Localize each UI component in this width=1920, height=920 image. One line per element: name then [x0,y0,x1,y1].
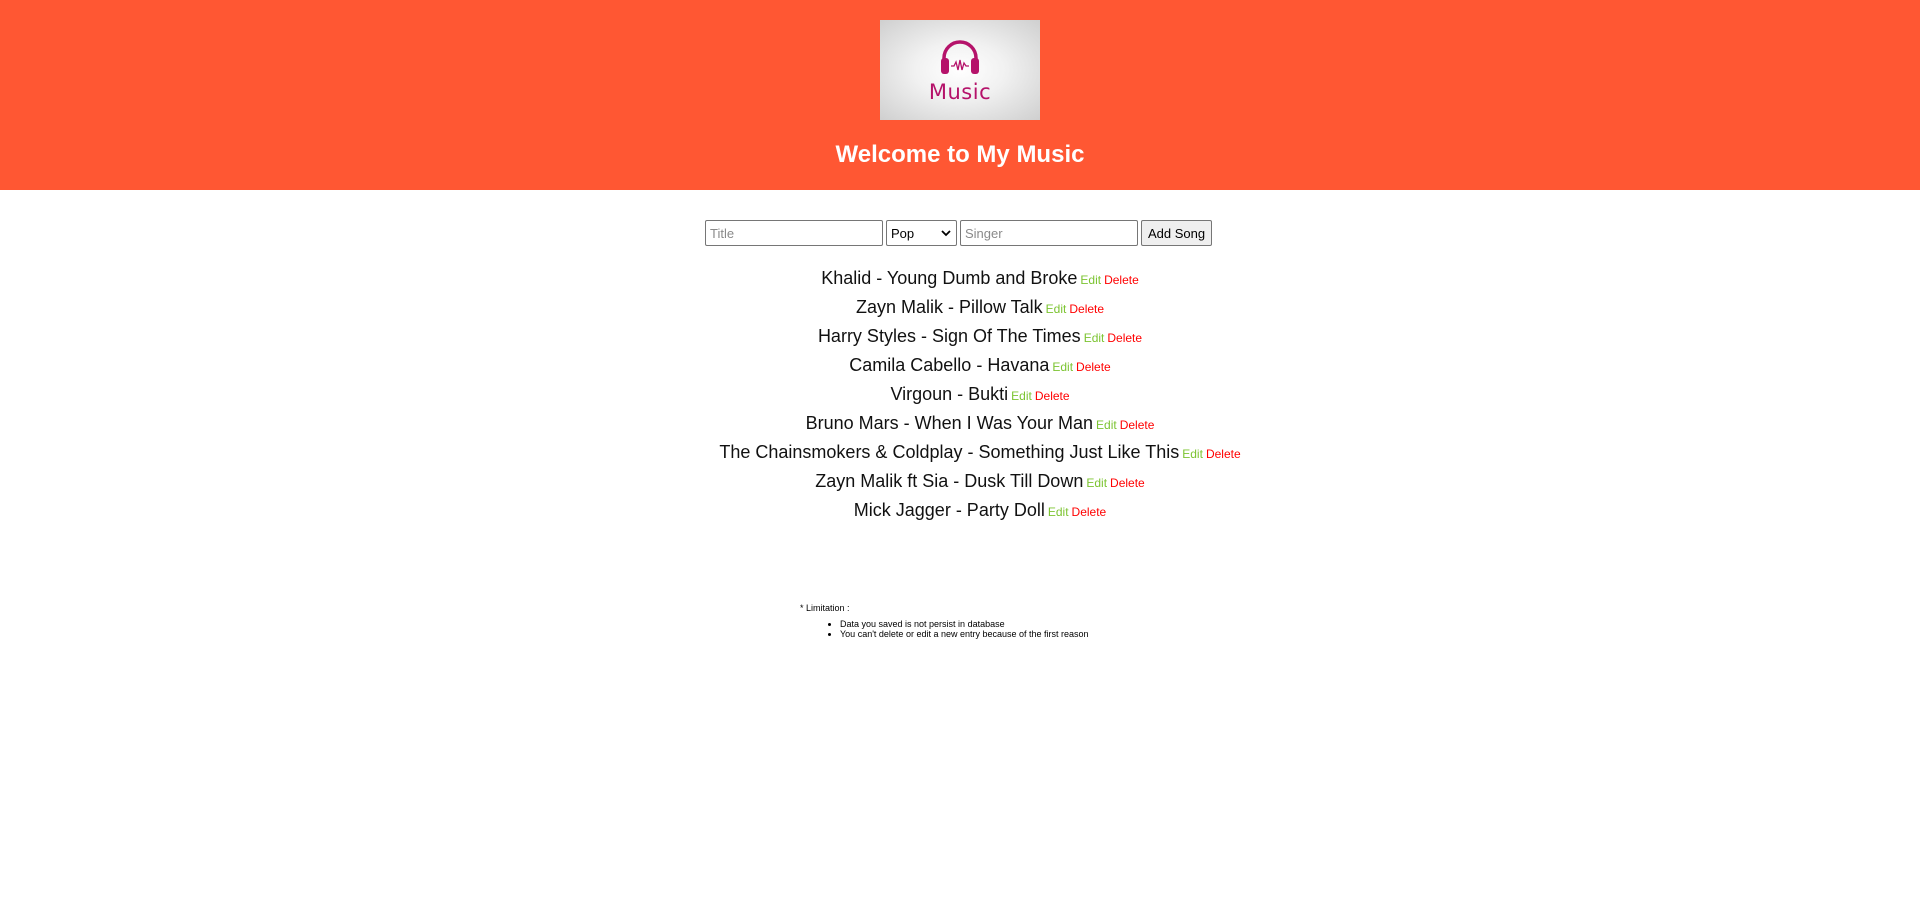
edit-link[interactable]: Edit [1086,476,1107,490]
headphones-icon [941,40,979,74]
delete-link[interactable]: Delete [1110,476,1145,490]
song-text: Bruno Mars - When I Was Your Man [805,413,1094,433]
limitation-item: You can't delete or edit a new entry bec… [840,629,1089,639]
limitation-notes: * Limitation : Data you saved is not per… [800,603,1089,639]
song-item: The Chainsmokers & Coldplay - Something … [0,439,1920,468]
genre-select[interactable]: Pop [886,220,957,246]
chevron-down-icon [941,230,951,237]
delete-link[interactable]: Delete [1206,447,1241,461]
song-item: Bruno Mars - When I Was Your Man Edit Dele… [0,410,1920,439]
add-song-form: Pop Add Song [705,220,1213,246]
song-item: Virgoun - Bukti Edit Delete [0,381,1920,410]
edit-link[interactable]: Edit [1096,418,1117,432]
delete-link[interactable]: Delete [1076,360,1111,374]
limitation-list: Data you saved is not persist in databas… [800,619,1089,639]
edit-link[interactable]: Edit [1048,505,1069,519]
header: Music Welcome to My Music [0,0,1920,190]
delete-link[interactable]: Delete [1104,273,1139,287]
edit-link[interactable]: Edit [1052,360,1073,374]
delete-link[interactable]: Delete [1069,302,1104,316]
genre-selected-value: Pop [891,225,915,241]
edit-link[interactable]: Edit [1011,389,1032,403]
song-text: Camila Cabello - Havana [849,355,1050,375]
delete-link[interactable]: Delete [1035,389,1070,403]
song-text: Virgoun - Bukti [890,384,1009,404]
limitation-item: Data you saved is not persist in databas… [840,619,1089,629]
edit-link[interactable]: Edit [1046,302,1067,316]
song-item: Zayn Malik - Pillow Talk Edit Delete [0,294,1920,323]
song-text: Harry Styles - Sign Of The Times [817,326,1081,346]
song-item: Zayn Malik ft Sia - Dusk Till Down Edit De… [0,468,1920,497]
song-text: Zayn Malik ft Sia - Dusk Till Down [815,471,1084,491]
delete-link[interactable]: Delete [1107,331,1142,345]
page-title: Welcome to My Music [835,141,1085,168]
singer-input[interactable] [960,220,1138,246]
logo-text: Music [928,80,992,104]
edit-link[interactable]: Edit [1084,331,1105,345]
delete-link[interactable]: Delete [1120,418,1155,432]
limitation-heading: * Limitation : [800,603,850,613]
title-input[interactable] [705,220,883,246]
song-item: Khalid - Young Dumb and Broke Edit Delete [0,265,1920,294]
song-text: Mick Jagger - Party Doll [853,500,1045,520]
song-text: Zayn Malik - Pillow Talk [855,297,1043,317]
song-text: Khalid - Young Dumb and Broke [821,268,1078,288]
edit-link[interactable]: Edit [1182,447,1203,461]
song-item: Mick Jagger - Party Doll Edit Delete [0,497,1920,526]
delete-link[interactable]: Delete [1072,505,1107,519]
song-list: Khalid - Young Dumb and Broke Edit Delete … [0,265,1920,526]
edit-link[interactable]: Edit [1080,273,1101,287]
song-text: The Chainsmokers & Coldplay - Something … [719,442,1180,462]
song-item: Camila Cabello - Havana Edit Delete [0,352,1920,381]
add-song-button[interactable]: Add Song [1141,220,1213,246]
song-item: Harry Styles - Sign Of The Times Edit Dele… [0,323,1920,352]
logo: Music [880,20,1040,120]
